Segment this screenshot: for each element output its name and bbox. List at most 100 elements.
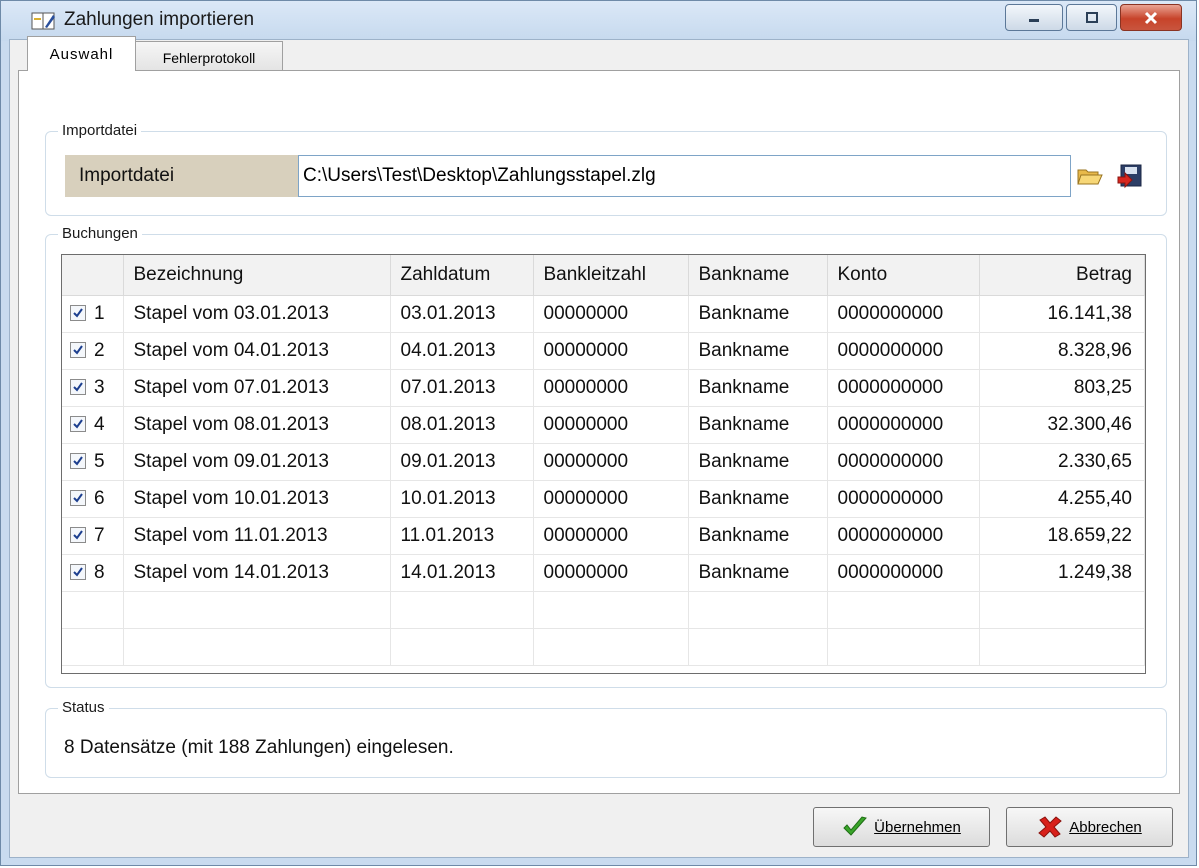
cell-zahldatum: 09.01.2013 [390,443,534,481]
empty-cell [62,591,124,629]
cell-betrag: 32.300,46 [979,406,1145,444]
cell-bankleitzahl: 00000000 [533,480,689,518]
cell-bezeichnung: Stapel vom 10.01.2013 [123,480,391,518]
close-button[interactable] [1120,4,1182,31]
tab-fehlerprotokoll[interactable]: Fehlerprotokoll [135,41,283,73]
save-disk-icon[interactable] [1116,162,1144,190]
row-checkbox[interactable] [70,489,86,506]
title-bar[interactable]: Zahlungen importieren [1,1,1196,41]
cell-bezeichnung: Stapel vom 08.01.2013 [123,406,391,444]
empty-row [62,628,1145,666]
row-checkbox[interactable] [70,526,86,543]
cell-bankname: Bankname [688,369,828,407]
cell-betrag: 18.659,22 [979,517,1145,555]
empty-cell [533,591,689,629]
checkmark-icon [73,307,83,318]
column-header-bankname[interactable]: Bankname [688,255,828,296]
red-x-icon [1037,815,1063,839]
apply-button-label: Übernehmen [874,818,961,836]
cell-bezeichnung: Stapel vom 03.01.2013 [123,295,391,333]
cell-betrag: 803,25 [979,369,1145,407]
import-file-path-input[interactable] [298,155,1071,197]
empty-cell [390,628,534,666]
row-number: 2 [94,339,105,361]
empty-cell [979,628,1145,666]
empty-cell [827,628,980,666]
cell-bankleitzahl: 00000000 [533,443,689,481]
cell-konto: 0000000000 [827,332,980,370]
column-header-zahldatum[interactable]: Zahldatum [390,255,534,296]
cell-betrag: 4.255,40 [979,480,1145,518]
row-checkbox[interactable] [70,563,86,580]
row-select-cell: 3 [62,369,124,407]
column-header-konto[interactable]: Konto [827,255,980,296]
cell-bankname: Bankname [688,406,828,444]
window-title: Zahlungen importieren [64,9,255,30]
cell-konto: 0000000000 [827,443,980,481]
cell-zahldatum: 11.01.2013 [390,517,534,555]
table-row[interactable]: 2 Stapel vom 04.01.2013 04.01.2013 00000000… [62,332,1145,370]
column-header-index[interactable] [62,255,124,296]
import-group-legend: Importdatei [58,122,142,139]
minimize-button[interactable] [1005,4,1063,31]
tab-auswahl[interactable]: Auswahl [27,36,136,71]
cell-bankname: Bankname [688,443,828,481]
cell-betrag: 2.330,65 [979,443,1145,481]
empty-cell [123,591,391,629]
apply-button[interactable]: Übernehmen [813,807,990,847]
cancel-button-label: Abbrechen [1069,818,1142,836]
checkmark-icon [73,566,83,577]
bookings-group-legend: Buchungen [58,225,142,242]
cell-bankleitzahl: 00000000 [533,369,689,407]
row-checkbox[interactable] [70,378,86,395]
column-header-bezeichnung[interactable]: Bezeichnung [123,255,391,296]
cell-bezeichnung: Stapel vom 11.01.2013 [123,517,391,555]
row-checkbox[interactable] [70,452,86,469]
row-checkbox[interactable] [70,415,86,432]
cell-bezeichnung: Stapel vom 09.01.2013 [123,443,391,481]
cell-konto: 0000000000 [827,480,980,518]
table-row[interactable]: 6 Stapel vom 10.01.2013 10.01.2013 00000000… [62,480,1145,518]
cell-bezeichnung: Stapel vom 04.01.2013 [123,332,391,370]
cell-zahldatum: 07.01.2013 [390,369,534,407]
row-checkbox[interactable] [70,304,86,321]
table-row[interactable]: 4 Stapel vom 08.01.2013 08.01.2013 00000000… [62,406,1145,444]
table-row[interactable]: 5 Stapel vom 09.01.2013 09.01.2013 00000000… [62,443,1145,481]
row-select-cell: 4 [62,406,124,444]
row-number: 1 [94,302,105,324]
table-header-row: Bezeichnung Zahldatum Bankleitzahl Bankn… [62,255,1145,296]
row-checkbox[interactable] [70,341,86,358]
cancel-button[interactable]: Abbrechen [1006,807,1173,847]
table-row[interactable]: 1 Stapel vom 03.01.2013 03.01.2013 00000000… [62,295,1145,333]
column-header-betrag[interactable]: Betrag [979,255,1145,296]
row-select-cell: 1 [62,295,124,333]
empty-cell [533,628,689,666]
row-number: 5 [94,450,105,472]
cell-bankleitzahl: 00000000 [533,295,689,333]
row-number: 3 [94,376,105,398]
cell-bankname: Bankname [688,517,828,555]
column-header-bankleitzahl[interactable]: Bankleitzahl [533,255,689,296]
cell-bankname: Bankname [688,554,828,592]
table-row[interactable]: 8 Stapel vom 14.01.2013 14.01.2013 00000000… [62,554,1145,592]
cell-betrag: 16.141,38 [979,295,1145,333]
folder-open-icon[interactable] [1076,162,1104,190]
maximize-button[interactable] [1066,4,1117,31]
table-row[interactable]: 7 Stapel vom 11.01.2013 11.01.2013 00000000… [62,517,1145,555]
close-icon [1144,11,1158,24]
row-select-cell: 2 [62,332,124,370]
table-row[interactable]: 3 Stapel vom 07.01.2013 07.01.2013 00000000… [62,369,1145,407]
cell-zahldatum: 03.01.2013 [390,295,534,333]
cell-konto: 0000000000 [827,295,980,333]
bookings-grid[interactable]: Bezeichnung Zahldatum Bankleitzahl Bankn… [61,254,1146,674]
cell-bankname: Bankname [688,480,828,518]
row-select-cell: 8 [62,554,124,592]
cell-betrag: 8.328,96 [979,332,1145,370]
empty-cell [123,628,391,666]
cell-konto: 0000000000 [827,554,980,592]
row-number: 6 [94,487,105,509]
cell-bankleitzahl: 00000000 [533,517,689,555]
empty-row [62,591,1145,629]
status-message: 8 Datensätze (mit 188 Zahlungen) eingele… [64,737,454,758]
row-select-cell: 7 [62,517,124,555]
